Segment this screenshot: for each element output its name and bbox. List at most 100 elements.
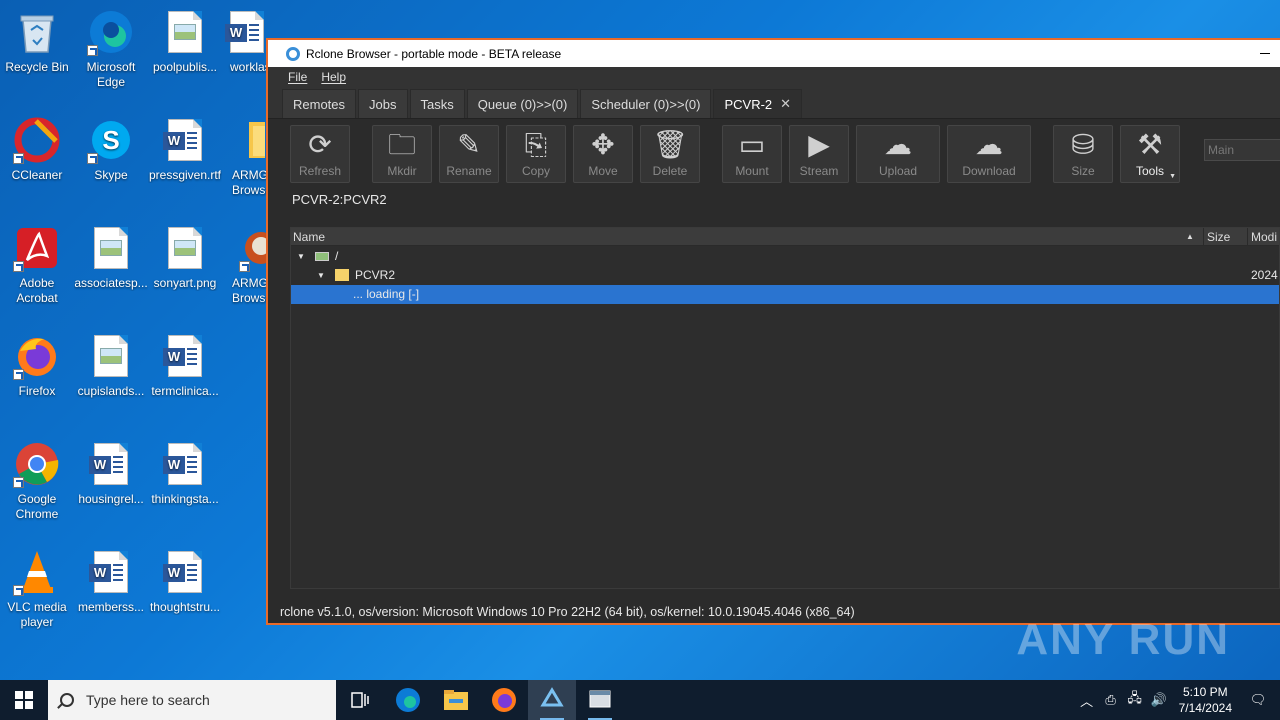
- desktop-icon-sonyart[interactable]: sonyart.png: [148, 224, 222, 291]
- taskbar-app[interactable]: [576, 680, 624, 720]
- copy-button[interactable]: ⎘ Copy: [506, 125, 566, 183]
- word-doc-icon: W: [161, 332, 209, 380]
- desktop-icon-label: housingrel...: [78, 492, 144, 506]
- window-title: Rclone Browser - portable mode - BETA re…: [306, 46, 562, 61]
- desktop-icon-label: termclinica...: [151, 384, 219, 398]
- clock-date: 7/14/2024: [1178, 701, 1232, 715]
- chevron-up-icon[interactable]: ︿: [1075, 691, 1099, 710]
- desktop-icon-label: ARMGOD Browser: [232, 276, 272, 305]
- desktop-icon-skype[interactable]: S Skype: [74, 116, 148, 183]
- size-button[interactable]: ⛁ Size: [1053, 125, 1113, 183]
- desktop-icon-housingrel[interactable]: W housingrel...: [74, 440, 148, 507]
- expand-arrow-icon[interactable]: ▼: [317, 266, 325, 285]
- tree-row-pcvr2[interactable]: ▼ PCVR2 2024: [291, 266, 1279, 285]
- shortcut-arrow-icon: [13, 261, 24, 272]
- tree-row-modified: 2024: [1251, 268, 1278, 282]
- tree-row-loading[interactable]: ... loading [-]: [291, 285, 1279, 304]
- shortcut-arrow-icon: [13, 369, 24, 380]
- anyrun-watermark: ANY RUN: [1016, 615, 1230, 664]
- armgod-icon: [223, 224, 271, 272]
- stream-icon: ▶: [808, 129, 830, 160]
- taskbar-firefox[interactable]: [480, 680, 528, 720]
- tab-pcvr-2[interactable]: PCVR-2 ✕: [713, 89, 803, 118]
- menu-help[interactable]: Help: [321, 70, 346, 84]
- main-select[interactable]: Main: [1204, 139, 1280, 161]
- tools-icon: ⚒: [1137, 129, 1163, 160]
- task-view-button[interactable]: [336, 680, 384, 720]
- column-modified[interactable]: Modi: [1247, 228, 1277, 246]
- desktop-icon-label: memberss...: [77, 600, 144, 614]
- shortcut-arrow-icon: [87, 45, 98, 56]
- desktop-icon-poolpublis[interactable]: poolpublis...: [148, 8, 222, 75]
- copy-icon: ⎘: [524, 129, 548, 160]
- column-size[interactable]: Size: [1203, 228, 1230, 246]
- expand-arrow-icon[interactable]: ▼: [297, 247, 305, 266]
- desktop-icon-memberss[interactable]: W memberss...: [74, 548, 148, 615]
- desktop-icon-ccleaner[interactable]: CCleaner: [0, 116, 74, 183]
- taskbar-rclone-browser[interactable]: [528, 680, 576, 720]
- desktop-icon-firefox[interactable]: Firefox: [0, 332, 74, 399]
- desktop-icon-chrome[interactable]: Google Chrome: [0, 440, 74, 522]
- dropdown-arrow-icon: ▼: [1169, 173, 1176, 180]
- tab-scheduler[interactable]: Scheduler (0)>>(0): [580, 89, 712, 118]
- rename-icon: ✎: [457, 129, 481, 160]
- clock[interactable]: 5:10 PM 7/14/2024: [1179, 684, 1232, 716]
- mkdir-button[interactable]: 🗀 Mkdir: [372, 125, 432, 183]
- desktop-icon-pressgiven[interactable]: W pressgiven.rtf: [148, 116, 222, 183]
- desktop-icon-label: Google Chrome: [15, 492, 59, 521]
- search-placeholder: Type here to search: [86, 692, 210, 708]
- tab-jobs[interactable]: Jobs: [358, 89, 408, 118]
- tab-queue[interactable]: Queue (0)>>(0): [466, 89, 579, 118]
- taskbar: Type here to search ︿ ⎙ 🖧 🔊 5:10 PM 7/14…: [0, 680, 1280, 720]
- tab-tasks[interactable]: Tasks: [409, 89, 465, 118]
- upload-button[interactable]: ☁ Upload: [856, 125, 940, 183]
- stream-button[interactable]: ▶ Stream: [789, 125, 849, 183]
- close-tab-icon[interactable]: ✕: [780, 96, 791, 112]
- volume-icon[interactable]: 🔊: [1147, 692, 1171, 708]
- refresh-button[interactable]: ⟳ Refresh: [290, 125, 350, 183]
- desktop-icon-edge[interactable]: Microsoft Edge: [74, 8, 148, 90]
- mount-button[interactable]: ▭ Mount: [722, 125, 782, 183]
- start-button[interactable]: [0, 680, 48, 720]
- word-doc-icon: W: [161, 116, 209, 164]
- menu-file[interactable]: File: [288, 70, 307, 84]
- minimize-button[interactable]: [1250, 40, 1280, 67]
- desktop-icon-worklaser[interactable]: W worklaser...: [222, 8, 272, 75]
- word-doc-icon: W: [87, 548, 135, 596]
- rename-button[interactable]: ✎ Rename: [439, 125, 499, 183]
- desktop-icon-armgod-browser[interactable]: ARMGOD Browser: [222, 224, 272, 306]
- system-tray: ︿ ⎙ 🖧 🔊 5:10 PM 7/14/2024 🗨: [1075, 680, 1280, 720]
- path-bar: PCVR-2:PCVR2: [290, 189, 1280, 211]
- network-icon[interactable]: 🖧: [1123, 689, 1147, 711]
- desktop-icon-associatesp[interactable]: associatesp...: [74, 224, 148, 291]
- desktop-icon-cupislands[interactable]: cupislands...: [74, 332, 148, 399]
- sort-up-icon: ▲: [1186, 232, 1194, 241]
- shortcut-arrow-icon: [87, 153, 98, 164]
- firefox-icon: [13, 332, 61, 380]
- desktop-icon-thinkingsta[interactable]: W thinkingsta...: [148, 440, 222, 507]
- move-button[interactable]: ✥ Move: [573, 125, 633, 183]
- taskbar-search[interactable]: Type here to search: [48, 680, 336, 720]
- desktop-icon-vlc[interactable]: VLC media player: [0, 548, 74, 630]
- desktop-icon-armgod-folder[interactable]: ARMGOD Browser: [222, 116, 272, 198]
- taskbar-file-explorer[interactable]: [432, 680, 480, 720]
- word-doc-icon: W: [161, 548, 209, 596]
- trash-icon: 🗑: [652, 129, 688, 160]
- column-name[interactable]: Name: [293, 228, 325, 246]
- download-button[interactable]: ☁ Download: [947, 125, 1031, 183]
- desktop-icon-label: associatesp...: [74, 276, 148, 290]
- window-titlebar[interactable]: Rclone Browser - portable mode - BETA re…: [268, 40, 1280, 67]
- notifications-icon[interactable]: 🗨: [1246, 692, 1270, 708]
- tools-button[interactable]: ⚒ Tools ▼: [1120, 125, 1180, 183]
- delete-button[interactable]: 🗑 Delete: [640, 125, 700, 183]
- meet-now-icon[interactable]: ⎙: [1099, 692, 1123, 708]
- tree-row-root[interactable]: ▼ /: [291, 247, 1279, 266]
- tab-remotes[interactable]: Remotes: [282, 89, 357, 118]
- shortcut-arrow-icon: [13, 585, 24, 596]
- taskbar-edge[interactable]: [384, 680, 432, 720]
- desktop-icon-acrobat[interactable]: Adobe Acrobat: [0, 224, 74, 306]
- desktop-icon-termclinica[interactable]: W termclinica...: [148, 332, 222, 399]
- desktop-icon-recycle-bin[interactable]: Recycle Bin: [0, 8, 74, 75]
- desktop-icon-label: Firefox: [18, 384, 56, 398]
- desktop-icon-thoughtstru[interactable]: W thoughtstru...: [148, 548, 222, 615]
